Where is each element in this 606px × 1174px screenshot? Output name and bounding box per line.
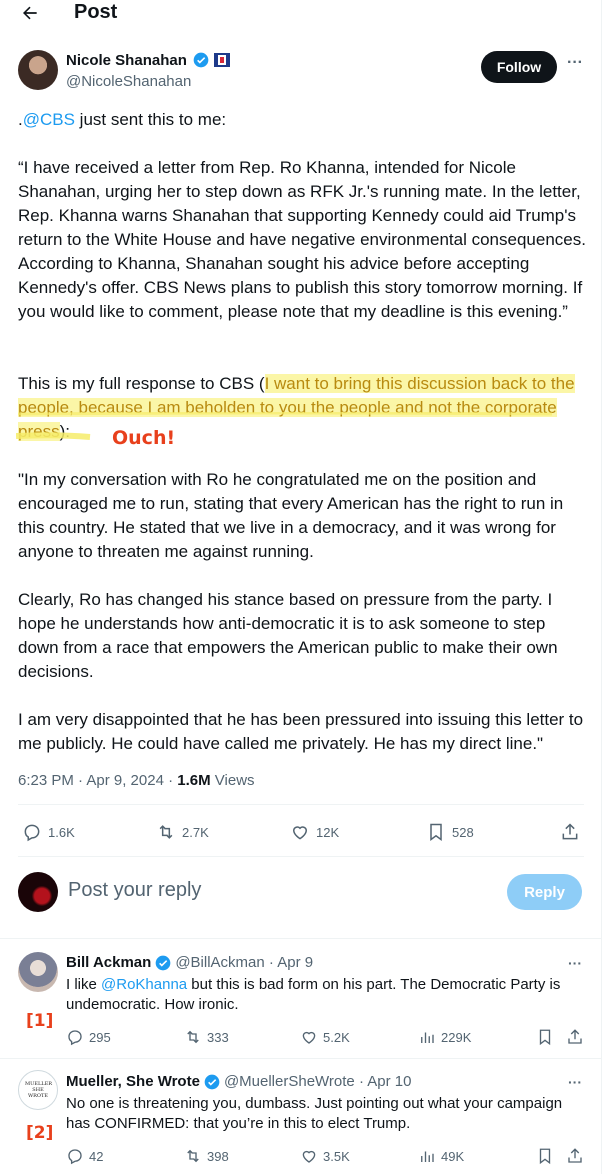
bookmark-icon — [539, 1029, 551, 1046]
reply-icon — [24, 824, 40, 842]
current-user-avatar[interactable] — [18, 872, 58, 912]
author-avatar[interactable] — [18, 50, 58, 90]
tweet-paragraph-4: "In my conversation with Ro he congratul… — [18, 470, 564, 561]
repost-action[interactable]: 333 — [184, 1028, 229, 1046]
repost-action[interactable]: 398 — [184, 1147, 229, 1165]
repost-icon — [159, 825, 173, 839]
reply-action[interactable]: 295 — [66, 1028, 111, 1046]
tweet-paragraph-1: .@CBS just sent this to me: — [18, 110, 227, 129]
divider — [18, 804, 584, 805]
share-icon — [562, 823, 578, 840]
reply-icon — [68, 1149, 82, 1165]
reply-icon — [68, 1030, 82, 1046]
verified-badge-icon — [155, 955, 171, 970]
reply-action[interactable]: 1.6K — [22, 822, 75, 842]
follow-button[interactable]: Follow — [481, 51, 557, 83]
more-options-icon[interactable]: ··· — [568, 955, 582, 971]
heart-icon — [302, 1150, 316, 1163]
like-action[interactable]: 3.5K — [300, 1147, 350, 1165]
reply-number-tag: [1] — [26, 1011, 54, 1031]
reply-author-name[interactable]: Mueller, She Wrote — [66, 1073, 200, 1090]
repost-icon — [187, 1149, 199, 1163]
bookmark-action[interactable] — [536, 1028, 554, 1046]
reply-author-name[interactable]: Bill Ackman — [66, 954, 151, 971]
campaign-logo-icon — [214, 53, 230, 67]
share-action[interactable] — [566, 1147, 584, 1165]
back-arrow-icon[interactable] — [18, 0, 42, 26]
tweet-paragraph-3: This is my full response to CBS (I want … — [18, 374, 575, 441]
repost-action[interactable]: 2.7K — [156, 822, 209, 842]
reply-input[interactable]: Post your reply — [68, 879, 201, 902]
divider — [0, 1058, 602, 1059]
repost-icon — [187, 1030, 199, 1044]
reply-text: I like @RoKhanna but this is bad form on… — [66, 976, 561, 1013]
verified-badge-icon — [204, 1074, 220, 1089]
bookmark-icon — [430, 823, 442, 841]
bookmark-action[interactable]: 528 — [426, 822, 474, 842]
analytics-icon — [421, 1032, 434, 1043]
verified-badge-icon — [193, 52, 209, 68]
bookmark-action[interactable] — [536, 1147, 554, 1165]
rokhanna-mention-link[interactable]: @RoKhanna — [101, 976, 187, 993]
views-action[interactable]: 229K — [418, 1028, 471, 1046]
like-action[interactable]: 5.2K — [300, 1028, 350, 1046]
reply-number-tag: [2] — [26, 1123, 54, 1143]
reply-button[interactable]: Reply — [507, 874, 582, 910]
divider — [18, 856, 584, 857]
tweet-paragraph-6: I am very disappointed that he has been … — [18, 710, 584, 753]
bookmark-icon — [539, 1148, 551, 1165]
reply-header: Mueller, She Wrote @MuellerSheWrote · Ap… — [66, 1073, 411, 1090]
more-options-icon[interactable]: ··· — [565, 55, 585, 76]
reply-avatar[interactable]: MUELLER SHE WROTE — [18, 1070, 58, 1110]
analytics-icon — [421, 1151, 434, 1162]
author-name[interactable]: Nicole Shanahan — [66, 52, 187, 69]
tweet-paragraph-5: Clearly, Ro has changed his stance based… — [18, 590, 558, 681]
share-icon — [568, 1148, 582, 1163]
reply-handle-date[interactable]: @MuellerSheWrote · Apr 10 — [224, 1073, 412, 1090]
share-action[interactable] — [566, 1028, 584, 1046]
like-action[interactable]: 12K — [290, 822, 339, 842]
reply-avatar[interactable] — [18, 952, 58, 992]
reply-handle-date[interactable]: @BillAckman · Apr 9 — [175, 954, 313, 971]
share-action[interactable] — [560, 822, 580, 842]
tweet-paragraph-2: “I have received a letter from Rep. Ro K… — [18, 158, 586, 321]
reply-header: Bill Ackman @BillAckman · Apr 9 — [66, 954, 313, 971]
cbs-mention-link[interactable]: @CBS — [23, 110, 75, 129]
share-icon — [568, 1029, 582, 1044]
views-action[interactable]: 49K — [418, 1147, 464, 1165]
more-options-icon[interactable]: ··· — [568, 1074, 582, 1090]
view-count: 1.6M — [177, 772, 211, 789]
author-handle[interactable]: @NicoleShanahan — [66, 73, 191, 90]
ouch-annotation: Ouch! — [112, 427, 176, 449]
heart-icon — [292, 826, 308, 840]
divider — [0, 938, 602, 939]
tweet-timestamp[interactable]: 6:23 PM · Apr 9, 2024 · 1.6M Views — [18, 772, 255, 789]
reply-text: No one is threatening you, dumbass. Just… — [66, 1095, 563, 1132]
reply-action[interactable]: 42 — [66, 1147, 103, 1165]
page-title: Post — [74, 1, 118, 23]
heart-icon — [302, 1031, 316, 1044]
